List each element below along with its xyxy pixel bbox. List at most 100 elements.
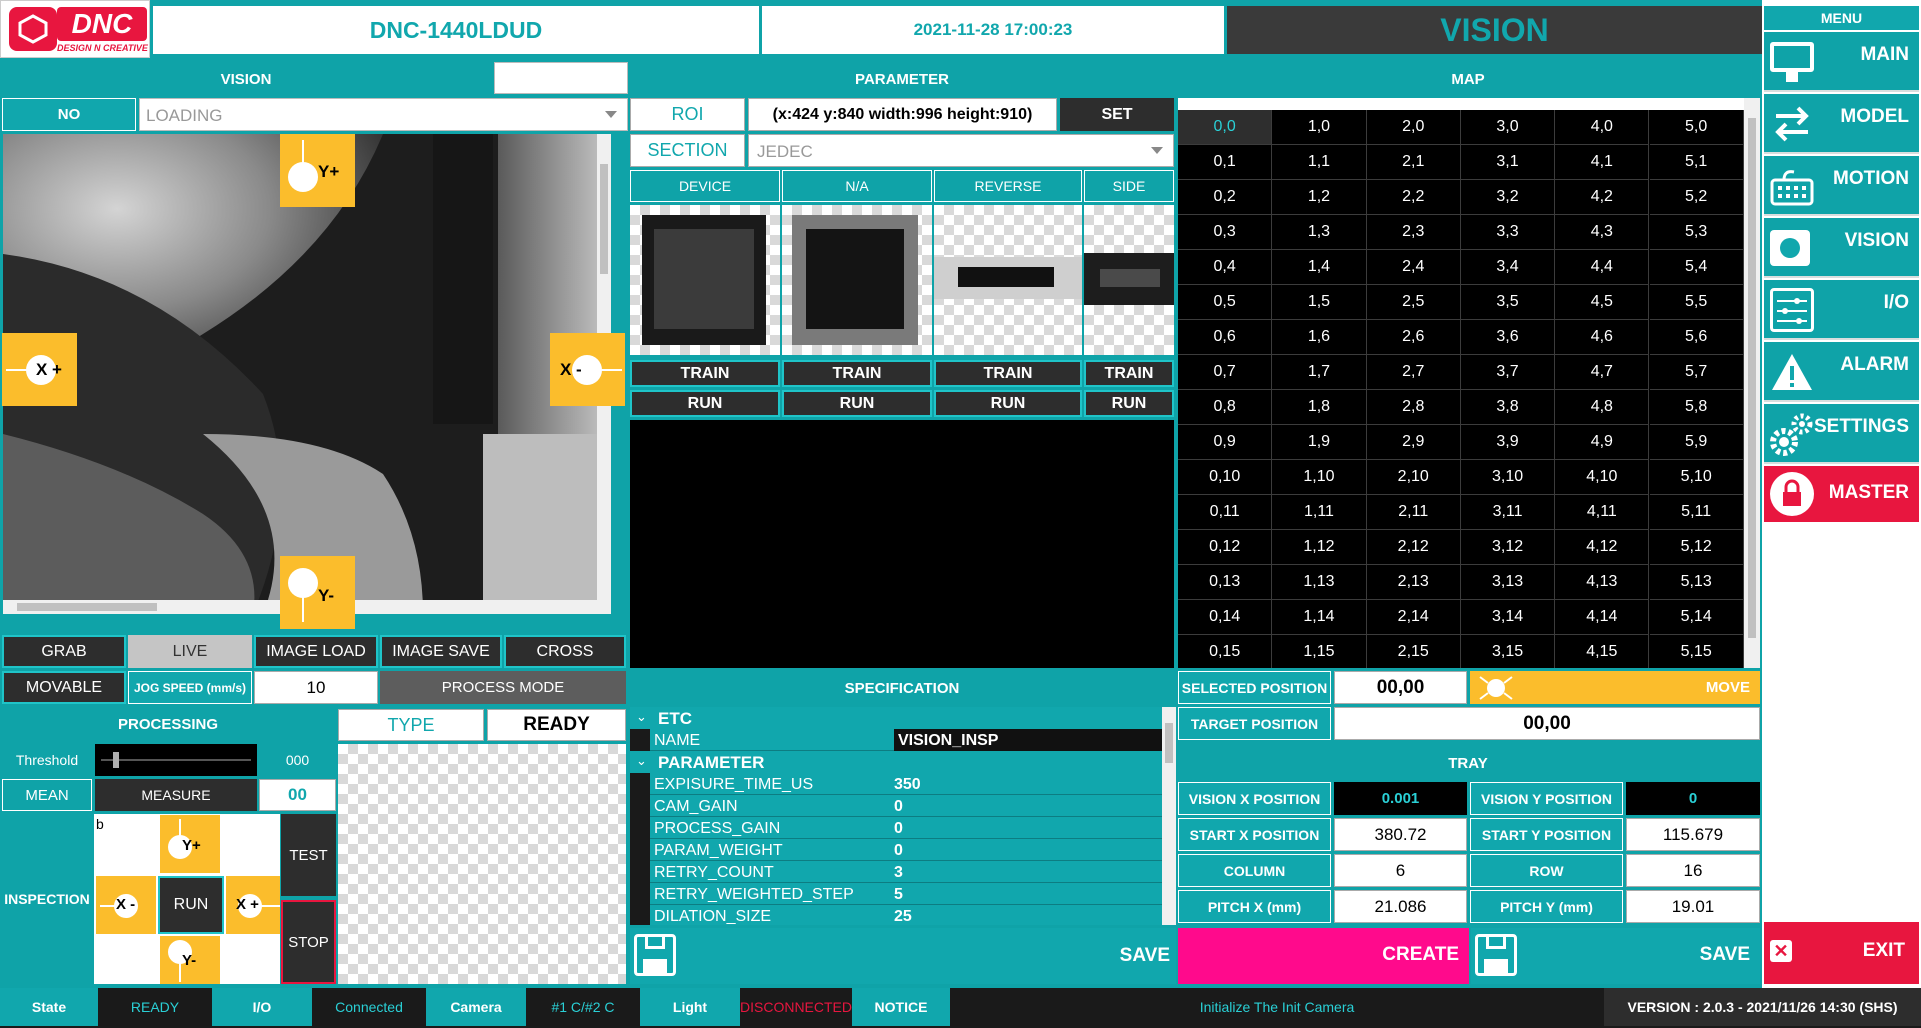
map-cell[interactable]: 2,4 — [1366, 250, 1461, 285]
pitch-y-value[interactable]: 19.01 — [1626, 890, 1760, 923]
map-cell[interactable]: 4,15 — [1555, 635, 1650, 668]
train-device-button[interactable]: TRAIN — [630, 360, 780, 387]
run-reverse-button[interactable]: RUN — [934, 390, 1082, 417]
stop-button[interactable]: STOP — [281, 900, 336, 984]
jog-x-plus-button[interactable]: X + — [2, 333, 77, 406]
spec-row[interactable]: EXPISURE_TIME_US 350 — [650, 773, 1162, 795]
map-cell[interactable]: 2,3 — [1366, 215, 1461, 250]
map-cell[interactable]: 0,4 — [1178, 250, 1273, 285]
map-cell[interactable]: 1,10 — [1272, 460, 1367, 495]
menu-item-io[interactable]: I/O — [1764, 280, 1919, 340]
map-cell[interactable]: 0,11 — [1178, 495, 1273, 530]
threshold-slider[interactable] — [95, 744, 257, 776]
map-cell[interactable]: 4,7 — [1555, 355, 1650, 390]
map-cell[interactable]: 3,5 — [1460, 285, 1556, 320]
map-cell[interactable]: 3,4 — [1460, 250, 1556, 285]
cross-button[interactable]: CROSS — [504, 635, 626, 668]
map-cell[interactable]: 3,11 — [1460, 495, 1556, 530]
spec-row[interactable]: PARAM_WEIGHT 0 — [650, 839, 1162, 861]
thumb-side[interactable] — [1084, 205, 1174, 355]
spec-row[interactable]: DILATION_SIZE 25 — [650, 905, 1162, 925]
menu-item-vision[interactable]: VISION — [1764, 218, 1919, 278]
menu-item-main[interactable]: MAIN — [1764, 32, 1919, 92]
map-cell[interactable]: 4,5 — [1555, 285, 1650, 320]
map-cell[interactable]: 3,15 — [1460, 635, 1556, 668]
menu-item-settings[interactable]: SETTINGS — [1764, 404, 1919, 464]
train-side-button[interactable]: TRAIN — [1084, 360, 1174, 387]
start-x-value[interactable]: 380.72 — [1334, 818, 1467, 851]
map-cell[interactable]: 1,13 — [1272, 565, 1367, 600]
spec-row[interactable]: PROCESS_GAIN 0 — [650, 817, 1162, 839]
map-cell[interactable]: 5,3 — [1649, 215, 1744, 250]
inspect-x-minus-button[interactable]: X - — [96, 876, 156, 934]
map-cell[interactable]: 2,15 — [1366, 635, 1461, 668]
inspect-x-plus-button[interactable]: X + — [226, 876, 280, 934]
test-button[interactable]: TEST — [281, 814, 336, 896]
map-cell[interactable]: 0,1 — [1178, 145, 1273, 180]
map-cell[interactable]: 5,1 — [1649, 145, 1744, 180]
map-cell[interactable]: 2,12 — [1366, 530, 1461, 565]
inspect-y-plus-button[interactable]: Y+ — [160, 815, 220, 873]
jog-y-plus-button[interactable]: Y+ — [280, 134, 355, 207]
spec-row[interactable]: CAM_GAIN 0 — [650, 795, 1162, 817]
map-cell[interactable]: 5,13 — [1649, 565, 1744, 600]
map-cell[interactable]: 5,8 — [1649, 390, 1744, 425]
map-cell[interactable]: 5,0 — [1649, 110, 1744, 145]
map-cell[interactable]: 0,13 — [1178, 565, 1273, 600]
map-cell[interactable]: 1,0 — [1272, 110, 1367, 145]
map-cell[interactable]: 1,8 — [1272, 390, 1367, 425]
train-na-button[interactable]: TRAIN — [782, 360, 932, 387]
movable-button[interactable]: MOVABLE — [2, 671, 126, 704]
map-cell[interactable]: 1,7 — [1272, 355, 1367, 390]
map-cell[interactable]: 5,11 — [1649, 495, 1744, 530]
train-reverse-button[interactable]: TRAIN — [934, 360, 1082, 387]
process-mode-button[interactable]: PROCESS MODE — [380, 671, 626, 704]
run-na-button[interactable]: RUN — [782, 390, 932, 417]
map-cell[interactable]: 2,14 — [1366, 600, 1461, 635]
image-save-button[interactable]: IMAGE SAVE — [380, 635, 502, 668]
map-cell[interactable]: 0,8 — [1178, 390, 1273, 425]
map-cell[interactable]: 1,11 — [1272, 495, 1367, 530]
map-cell[interactable]: 4,8 — [1555, 390, 1650, 425]
map-cell[interactable]: 5,4 — [1649, 250, 1744, 285]
map-cell[interactable]: 3,3 — [1460, 215, 1556, 250]
map-cell[interactable]: 0,6 — [1178, 320, 1273, 355]
map-cell[interactable]: 5,2 — [1649, 180, 1744, 215]
image-load-button[interactable]: IMAGE LOAD — [254, 635, 378, 668]
map-cell[interactable]: 0,9 — [1178, 425, 1273, 460]
map-cell[interactable]: 3,10 — [1460, 460, 1556, 495]
map-cell[interactable]: 5,10 — [1649, 460, 1744, 495]
map-cell[interactable]: 0,2 — [1178, 180, 1273, 215]
map-cell[interactable]: 2,8 — [1366, 390, 1461, 425]
map-cell[interactable]: 3,8 — [1460, 390, 1556, 425]
map-cell[interactable]: 0,15 — [1178, 635, 1273, 668]
thumb-device[interactable] — [630, 205, 780, 355]
map-cell[interactable]: 2,0 — [1366, 110, 1461, 145]
map-vertical-scrollbar[interactable] — [1744, 98, 1760, 668]
map-cell[interactable]: 4,13 — [1555, 565, 1650, 600]
map-cell[interactable]: 4,0 — [1555, 110, 1650, 145]
spec-vertical-scrollbar[interactable] — [1162, 707, 1176, 925]
map-cell[interactable]: 1,6 — [1272, 320, 1367, 355]
specification-grid[interactable]: ⌄ ETC NAME VISION_INSP ⌄ PARAMETER EXPIS… — [630, 707, 1176, 925]
map-cell[interactable]: 2,10 — [1366, 460, 1461, 495]
jog-speed-input[interactable]: 10 — [254, 671, 378, 704]
map-cell[interactable]: 5,14 — [1649, 600, 1744, 635]
map-cell[interactable]: 2,9 — [1366, 425, 1461, 460]
run-side-button[interactable]: RUN — [1084, 390, 1174, 417]
map-cell[interactable]: 0,7 — [1178, 355, 1273, 390]
spec-group-parameter[interactable]: ⌄ PARAMETER — [630, 751, 1162, 773]
map-cell[interactable]: 4,11 — [1555, 495, 1650, 530]
spec-row[interactable]: RETRY_COUNT 3 — [650, 861, 1162, 883]
map-cell[interactable]: 2,6 — [1366, 320, 1461, 355]
grab-button[interactable]: GRAB — [2, 635, 126, 668]
vision-header-field[interactable] — [494, 62, 628, 94]
map-cell[interactable]: 2,5 — [1366, 285, 1461, 320]
map-cell[interactable]: 2,1 — [1366, 145, 1461, 180]
map-cell[interactable]: 1,14 — [1272, 600, 1367, 635]
map-cell[interactable]: 5,12 — [1649, 530, 1744, 565]
map-cell[interactable]: 3,14 — [1460, 600, 1556, 635]
map-cell[interactable]: 2,11 — [1366, 495, 1461, 530]
create-button[interactable]: CREATE — [1178, 928, 1469, 984]
map-cell[interactable]: 1,1 — [1272, 145, 1367, 180]
